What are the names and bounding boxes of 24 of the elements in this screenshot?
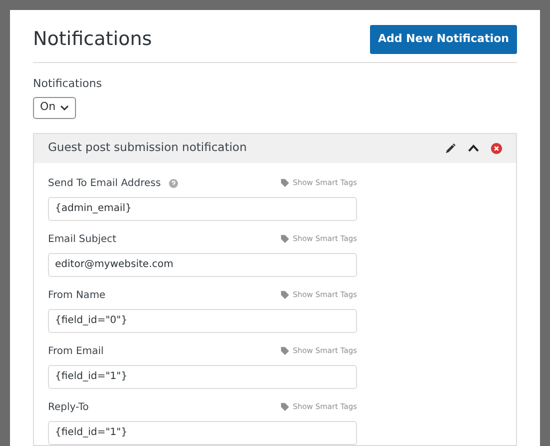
page-title: Notifications: [33, 27, 152, 52]
text-input-field[interactable]: {admin_email}: [48, 196, 357, 220]
field-label: Reply-To: [48, 400, 89, 414]
notifications-select[interactable]: On: [33, 96, 76, 118]
tag-icon: [280, 179, 290, 187]
pencil-icon[interactable]: [445, 142, 456, 154]
tag-icon: [280, 235, 290, 243]
delete-icon[interactable]: [491, 142, 502, 154]
text-input-field[interactable]: editor@mywebsite.com: [48, 252, 357, 276]
field-label: Send To Email Address: [48, 176, 161, 190]
text-input-field[interactable]: {field_id="0"}: [48, 308, 357, 332]
notifications-label: Notifications: [33, 76, 102, 92]
field-label: From Email: [48, 344, 104, 358]
tag-icon: [280, 291, 290, 299]
chevron-up-icon[interactable]: [468, 144, 479, 152]
chevron-down-icon: [60, 104, 69, 110]
text-input-field[interactable]: {field_id="1"}: [48, 364, 357, 388]
add-notification-button[interactable]: Add New Notification: [370, 25, 517, 54]
text-input-field[interactable]: {field_id="1"}: [48, 420, 357, 444]
tag-icon: [280, 347, 290, 355]
field-label: From Name: [48, 288, 106, 302]
card-title: Guest post submission notification: [48, 139, 247, 156]
field-label: Email Subject: [48, 232, 116, 246]
tag-icon: [280, 403, 290, 411]
